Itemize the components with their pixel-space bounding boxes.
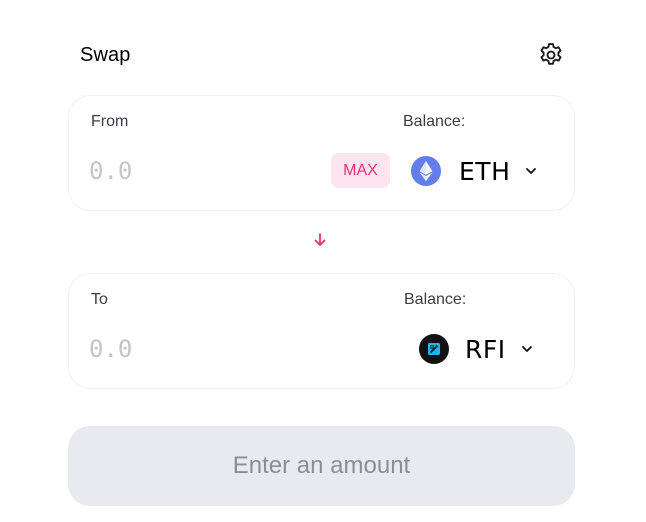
- swap-page: Swap From Balance: MAX ETH: [0, 0, 646, 522]
- from-label: From: [91, 113, 129, 130]
- chevron-down-icon: [526, 168, 537, 174]
- chevron-down-icon: [521, 346, 532, 352]
- arrow-down-icon[interactable]: [312, 231, 328, 249]
- max-button[interactable]: MAX: [331, 153, 390, 188]
- from-token-selector[interactable]: ETH: [411, 154, 538, 188]
- from-balance-label: Balance:: [403, 113, 466, 130]
- from-amount-input[interactable]: [89, 153, 289, 189]
- to-amount-input[interactable]: [89, 331, 289, 367]
- to-label: To: [91, 291, 108, 308]
- gear-icon[interactable]: [537, 41, 565, 69]
- from-token-symbol: ETH: [459, 156, 511, 186]
- page-title: Swap: [80, 44, 131, 66]
- to-panel: To Balance: RFI: [68, 273, 575, 389]
- to-token-selector[interactable]: RFI: [419, 332, 534, 366]
- swap-header: Swap: [68, 38, 575, 74]
- to-token-symbol: RFI: [465, 334, 506, 364]
- enter-amount-button[interactable]: Enter an amount: [68, 426, 575, 506]
- to-balance-label: Balance:: [404, 291, 467, 308]
- from-panel: From Balance: MAX ETH: [68, 95, 575, 211]
- rfi-token-icon: [419, 334, 449, 364]
- ethereum-icon: [411, 156, 441, 186]
